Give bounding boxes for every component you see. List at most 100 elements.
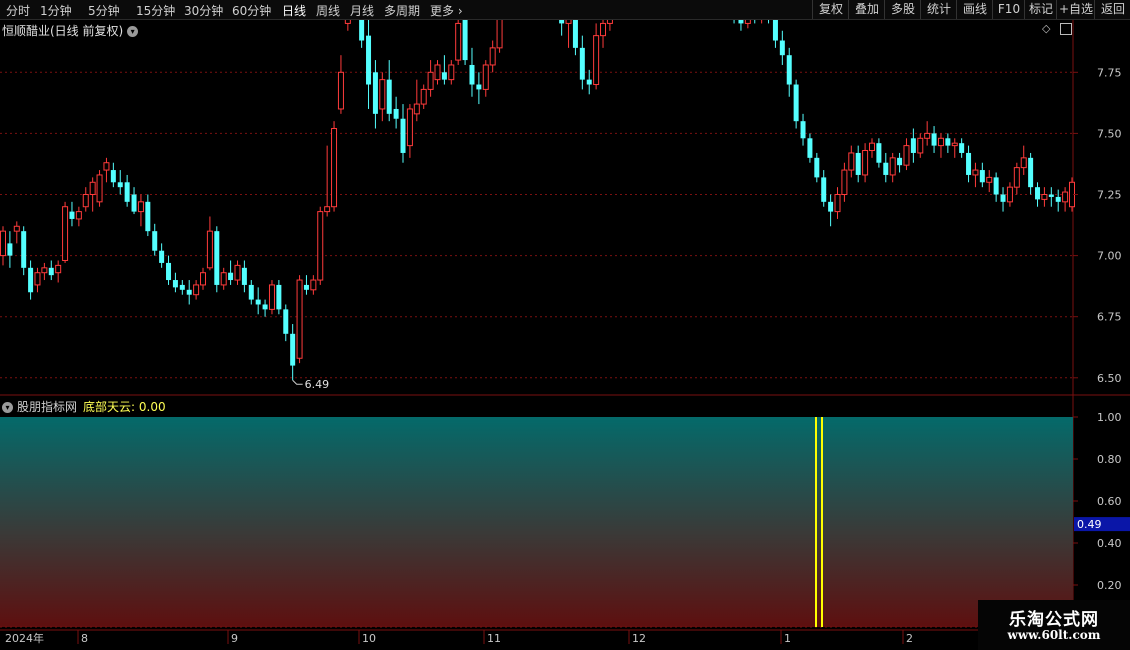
candle-body-up <box>337 71 344 110</box>
candle-body-down <box>166 262 172 281</box>
back-button[interactable]: 返回 <box>1094 0 1130 19</box>
candle-body-down <box>586 79 592 85</box>
time-tick-label: 1 <box>784 632 791 645</box>
candle-body-down <box>179 284 185 290</box>
tab-30min[interactable]: 30分钟 <box>184 2 223 19</box>
add-watchlist-button[interactable]: +自选 <box>1056 0 1095 19</box>
tab-weekly[interactable]: 周线 <box>316 2 340 19</box>
candle-body-down <box>441 72 447 80</box>
tab-15min[interactable]: 15分钟 <box>136 2 175 19</box>
watermark: 乐淘公式网 www.60lt.com <box>978 600 1130 650</box>
candle-body-up <box>924 132 931 139</box>
candle-body-up <box>344 20 351 24</box>
tab-60min[interactable]: 60分钟 <box>232 2 271 19</box>
tab-1min[interactable]: 1分钟 <box>40 2 72 19</box>
chevron-down-icon[interactable]: ▾ <box>2 402 13 413</box>
time-tick-label: 10 <box>362 632 376 645</box>
chevron-right-icon: › <box>457 4 463 18</box>
candle-body-down <box>738 20 744 24</box>
candle-body-up <box>744 20 751 24</box>
f10-button[interactable]: F10 <box>992 0 1025 19</box>
candle-body-up <box>82 194 89 208</box>
candle-body-up <box>13 225 20 232</box>
draw-line-button[interactable]: 画线 <box>956 0 993 19</box>
candle-body-down <box>786 55 792 85</box>
candle-body-down <box>372 72 378 114</box>
candle-body-down <box>110 170 116 183</box>
candle-body-down <box>966 152 972 175</box>
low-marker-line <box>292 379 303 385</box>
tab-daily[interactable]: 日线 <box>282 2 306 19</box>
candle-body-up <box>89 181 96 195</box>
kline-chart[interactable]: 9.256.49 9.008.758.508.258.007.757.507.2… <box>0 20 1130 650</box>
candle-body-up <box>406 108 413 147</box>
candle-body-down <box>172 280 178 288</box>
candle-body-up <box>834 194 841 213</box>
candle-body-up <box>268 284 275 310</box>
tab-5min[interactable]: 5分钟 <box>88 2 120 19</box>
price-tick-label: 6.50 <box>1097 372 1122 385</box>
candle-body-up <box>420 88 427 105</box>
candle-body-down <box>366 35 372 85</box>
candle-body-up <box>972 169 979 176</box>
candle-body-down <box>931 133 937 146</box>
candle-body-up <box>310 279 317 291</box>
tab-more[interactable]: 更多 › <box>430 2 463 19</box>
candle-body-down <box>386 79 392 114</box>
time-tick-label: 2024年 <box>5 631 44 645</box>
candle-body-up <box>841 169 848 195</box>
tab-intraday[interactable]: 分时 <box>6 2 30 19</box>
candle-body-down <box>828 201 834 212</box>
candle-body-up <box>103 162 110 171</box>
candle-body-down <box>793 84 799 122</box>
candle-body-up <box>193 284 200 296</box>
tab-monthly[interactable]: 月线 <box>350 2 374 19</box>
candle-body-down <box>359 20 365 41</box>
time-tick-label: 12 <box>632 632 646 645</box>
indicator-tick-label: 0.20 <box>1097 579 1122 592</box>
candle-body-up <box>606 20 613 24</box>
candle-body-up <box>489 47 496 66</box>
candle-body-down <box>959 143 965 153</box>
candlestick-series: 9.256.49 <box>0 20 1075 391</box>
chevron-down-icon[interactable]: ▾ <box>127 26 139 37</box>
multi-stock-button[interactable]: 多股 <box>884 0 921 19</box>
price-tick-label: 6.75 <box>1097 311 1122 324</box>
price-tick-label: 7.75 <box>1097 66 1122 79</box>
panel-toggle-icon[interactable] <box>1060 23 1072 35</box>
candle-body-up <box>324 206 331 213</box>
stats-button[interactable]: 统计 <box>920 0 957 19</box>
candle-body-down <box>21 231 27 268</box>
chart-title: 恒顺醋业(日线 前复权) <box>2 24 124 38</box>
diamond-icon[interactable]: ◇ <box>1042 22 1050 35</box>
tab-multi-period[interactable]: 多周期 <box>384 2 420 19</box>
candle-body-up <box>34 272 41 286</box>
mark-button[interactable]: 标记 <box>1024 0 1057 19</box>
candle-body-up <box>75 211 82 220</box>
indicator-name: 股朋指标网 <box>17 400 78 414</box>
candle-body-up <box>41 267 48 274</box>
candle-body-up <box>889 157 896 176</box>
candle-body-up <box>234 264 241 281</box>
candle-body-up <box>903 145 910 166</box>
candle-body-up <box>1006 186 1013 203</box>
candle-body-down <box>883 162 889 175</box>
candle-body-up <box>868 142 875 152</box>
indicator-tick-label: 0.80 <box>1097 453 1122 466</box>
adjust-button[interactable]: 复权 <box>812 0 849 19</box>
indicator-tick-label: 1.00 <box>1097 411 1122 424</box>
candle-body-up <box>331 128 338 208</box>
candle-body-down <box>248 284 254 300</box>
candle-body-up <box>1062 191 1069 203</box>
candle-body-up <box>862 150 869 176</box>
candle-body-up <box>937 137 944 147</box>
candle-body-down <box>779 40 785 56</box>
candle-body-down <box>241 267 247 285</box>
candle-body-down <box>476 84 482 90</box>
candle-body-down <box>1048 194 1054 197</box>
candle-body-up <box>413 103 420 115</box>
overlay-button[interactable]: 叠加 <box>848 0 885 19</box>
candle-body-up <box>1041 194 1048 200</box>
candle-body-up <box>427 71 434 90</box>
candle-body-down <box>393 108 399 119</box>
